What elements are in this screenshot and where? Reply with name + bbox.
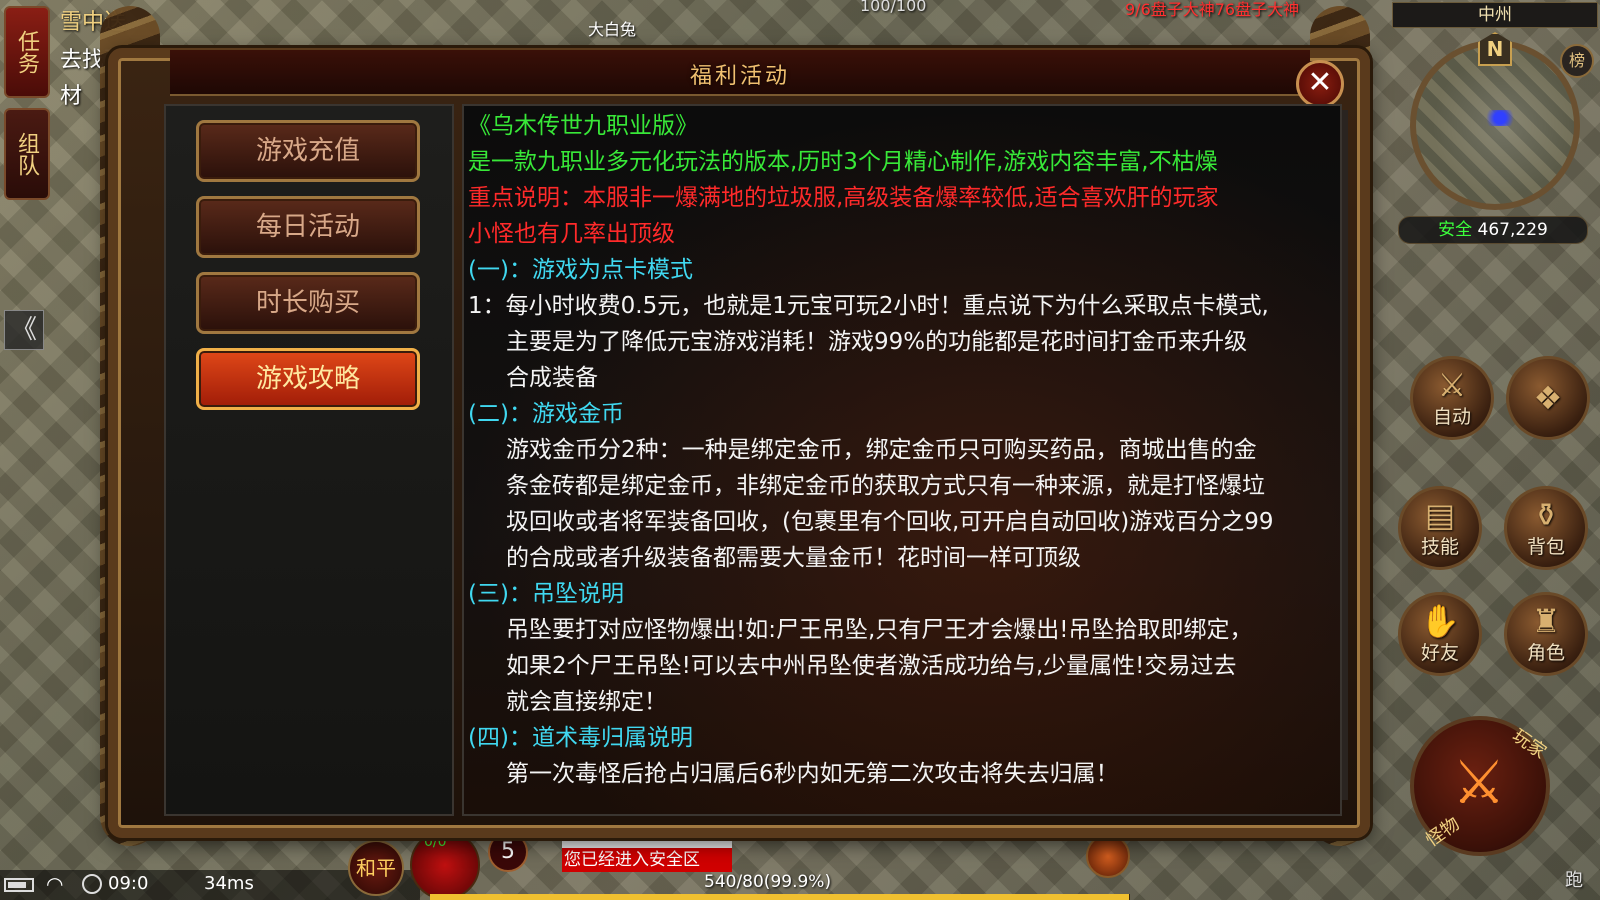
attack-mode-button[interactable]: 和平 [348,840,404,896]
guide-line: 是一款九职业多元化玩法的版本,历时3个月精心制作,游戏内容丰富,不枯燥 [468,149,1218,175]
auto-battle-label: 自动 [1432,406,1471,428]
guide-line: 游戏金币分2种：一种是绑定金币，绑定金币只可购买药品，商城出售的金 [506,437,1257,463]
auto-battle-button[interactable]: ⚔ 自动 [1410,356,1494,440]
dialog-header: 福利活动 [170,50,1310,96]
north-compass-icon: N [1478,32,1512,66]
tab-time-purchase[interactable]: 时长购买 [196,272,420,334]
minimap-player-marker [1482,110,1518,126]
crossed-swords-icon: ⚔ [1437,366,1467,404]
target-player-label[interactable]: 玩家 [1508,722,1552,764]
character-button[interactable]: ♜ 角色 [1504,592,1588,676]
guide-line: 就会直接绑定！ [506,689,667,715]
battery-icon [4,878,34,892]
guide-line: 圾回收或者将军装备回收，(包裹里有个回收,可开启自动回收)游戏百分之99 [506,509,1274,535]
experience-bar-fill [430,894,1130,900]
clock-icon [82,874,102,894]
tab-panel: 游戏充值 每日活动 时长购买 游戏攻略 [164,104,454,816]
guide-line: 如果2个尸王吊坠!可以去中州吊坠使者激活成功给与,少量属性!交易过去 [506,653,1237,679]
wifi-icon: ◠ [46,872,64,896]
bag-label: 背包 [1526,536,1565,558]
guide-section-heading: (三)：吊坠说明 [468,581,624,607]
map-name: 中州 [1392,2,1598,28]
task-button[interactable]: 任务 [4,6,50,98]
level-badge: 5 [488,832,528,872]
guide-line: 吊坠要打对应怪物爆出!如:尸王吊坠,只有尸王才会爆出!吊坠拾取即绑定， [506,617,1253,643]
npc-name-label: 大白兔 [588,20,637,39]
quest-tracker-line[interactable]: 材 [60,78,82,110]
coordinates-readout: 安全 467,229 [1398,216,1588,244]
guide-line: 条金砖都是绑定金币，非绑定金币的获取方式只有一种来源，就是打怪爆垃 [506,473,1265,499]
guide-line: 合成装备 [506,365,598,391]
sword-icon: ⚔ [1452,748,1506,818]
coordinates-text: 467,229 [1477,220,1548,240]
ping-readout: 34ms [204,873,254,894]
friend-button[interactable]: ✋ 好友 [1398,592,1482,676]
character-label: 角色 [1526,642,1565,664]
book-icon: ▤ [1424,496,1456,534]
guide-line: 1：每小时收费0.5元，也就是1元宝可玩2小时！重点说下为什么采取点卡模式, [468,293,1269,319]
team-button[interactable]: 组队 [4,108,50,200]
ranking-button[interactable]: 榜 [1560,44,1594,78]
diamond-grid-icon: ❖ [1533,379,1563,417]
bag-button[interactable]: ⚱ 背包 [1504,486,1588,570]
close-icon: ✕ [1307,65,1333,100]
guide-line: 小怪也有几率出顶级 [468,221,675,247]
dialog-title: 福利活动 [689,64,790,89]
overhead-hp-text: 100/100 [860,0,927,15]
experience-text: 540/80(99.9%) [704,872,832,892]
menu-grid-button[interactable]: ❖ [1506,356,1590,440]
guide-content-panel[interactable]: 《乌木传世九职业版》 是一款九职业多元化玩法的版本,历时3个月精心制作,游戏内容… [462,104,1342,816]
tab-daily-activity[interactable]: 每日活动 [196,196,420,258]
guide-line: 的合成或者升级装备都需要大量金币！花时间一样可顶级 [506,545,1081,571]
safe-zone-notice: 您已经进入安全区 [562,848,732,872]
quick-item-orb[interactable] [1086,834,1130,878]
content-scrollbar[interactable] [1342,110,1348,800]
skill-label: 技能 [1420,536,1459,558]
collapse-panel-icon[interactable]: 《 [4,310,44,350]
run-toggle[interactable]: 跑 [1565,866,1583,892]
helmet-icon: ♜ [1531,602,1561,640]
friend-label: 好友 [1420,642,1459,664]
tab-recharge[interactable]: 游戏充值 [196,120,420,182]
attack-button[interactable]: ⚔ 玩家 怪物 [1410,716,1550,856]
tab-game-guide[interactable]: 游戏攻略 [196,348,420,410]
guide-line: 主要是为了降低元宝游戏消耗！游戏99%的功能都是花时间打金币来升级 [506,329,1248,355]
close-button[interactable]: ✕ [1296,60,1344,108]
handshake-icon: ✋ [1420,602,1460,640]
guide-section-heading: (四)：道术毒归属说明 [468,725,693,751]
guide-section-heading: (一)：游戏为点卡模式 [468,257,693,283]
guide-line: 《乌木传世九职业版》 [468,113,698,139]
guide-section-heading: (二)：游戏金币 [468,401,624,427]
clock-time: 09:0 [108,873,149,894]
guide-line: 重点说明：本服非一爆满地的垃圾服,高级装备爆率较低,适合喜欢肝的玩家 [468,185,1219,211]
safe-zone-label: 安全 [1438,220,1473,240]
boss-notice-text: 9/6盘子大神76盘子大神 [1125,0,1300,19]
experience-bar [430,894,1130,900]
skill-button[interactable]: ▤ 技能 [1398,486,1482,570]
bag-icon: ⚱ [1532,496,1560,534]
guide-line: 第一次毒怪后抢占归属后6秒内如无第二次攻击将失去归属！ [506,761,1119,787]
